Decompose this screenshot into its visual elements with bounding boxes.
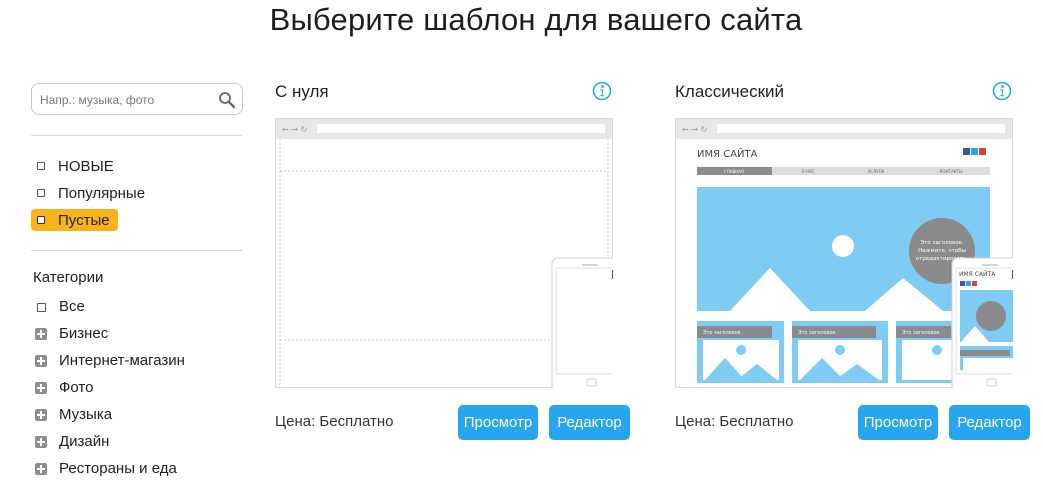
info-icon[interactable] — [992, 81, 1012, 101]
category-label: Интернет-магазин — [59, 352, 185, 369]
plus-icon[interactable] — [35, 355, 47, 367]
plus-icon[interactable] — [35, 463, 47, 475]
svg-text:Нажмите, чтобы: Нажмите, чтобы — [918, 248, 966, 254]
search-icon[interactable] — [218, 91, 236, 109]
filter-label: Популярные — [58, 185, 146, 202]
svg-text:Это заголовок.: Это заголовок. — [920, 240, 964, 246]
checkbox-icon — [37, 216, 45, 224]
filter-empty[interactable]: Пустые — [31, 209, 118, 231]
svg-text:← → ↻: ← → ↻ — [282, 125, 307, 134]
category-photo[interactable]: Фото — [31, 379, 93, 399]
checkbox-icon — [37, 189, 45, 197]
template-preview[interactable]: ← → ↻ — [275, 118, 613, 388]
template-preview[interactable]: ← → ↻ ИМЯ САЙТА ГЛАВНАЯ О НАС УСЛУГИ КОН… — [675, 118, 1013, 388]
template-card-classic: Классический ← → ↻ ИМЯ САЙТА ГЛАВНАЯ О Н… — [675, 78, 1035, 458]
category-label: Музыка — [59, 406, 113, 423]
mobile-mockup — [551, 257, 613, 388]
search-box[interactable] — [31, 83, 243, 115]
mock-mobile-site-name: ИМЯ САЙТА — [959, 271, 996, 278]
svg-text:Это заголовок: Это заголовок — [902, 330, 940, 336]
filter-popular[interactable]: Популярные — [31, 182, 153, 204]
template-title: Классический — [675, 82, 785, 101]
info-icon[interactable] — [592, 81, 612, 101]
category-restaurants[interactable]: Рестораны и еда — [31, 460, 177, 480]
hero-image: Это заголовок. Нажмите, чтобы отредактир… — [697, 187, 990, 311]
plus-icon[interactable] — [35, 409, 47, 421]
category-label: Рестораны и еда — [59, 460, 177, 477]
editor-button[interactable]: Редактор — [949, 405, 1030, 440]
svg-text:Это заголовок: Это заголовок — [703, 330, 741, 336]
search-input[interactable] — [40, 90, 210, 110]
category-business[interactable]: Бизнес — [31, 325, 108, 345]
category-label: Дизайн — [59, 433, 110, 450]
page-title: Выберите шаблон для вашего сайта — [269, 2, 803, 37]
filter-label: Пустые — [58, 212, 110, 229]
filter-label: НОВЫЕ — [58, 158, 114, 175]
social-icons — [963, 148, 986, 155]
mock-nav-item: УСЛУГИ — [868, 169, 884, 174]
plus-icon[interactable] — [35, 382, 47, 394]
svg-text:← → ↻: ← → ↻ — [682, 125, 707, 134]
mock-site-name: ИМЯ САЙТА — [697, 147, 758, 160]
editor-button[interactable]: Редактор — [549, 405, 630, 440]
plus-icon[interactable] — [35, 436, 47, 448]
mock-nav-item: ГЛАВНАЯ — [724, 169, 744, 174]
checkbox-icon — [37, 162, 45, 170]
category-design[interactable]: Дизайн — [31, 433, 109, 453]
category-music[interactable]: Музыка — [31, 406, 112, 426]
preview-button[interactable]: Просмотр — [858, 405, 938, 440]
checkbox-icon — [37, 303, 46, 312]
categories-heading: Категории — [33, 269, 104, 286]
category-label: Фото — [59, 379, 94, 396]
category-label: Бизнес — [59, 325, 109, 342]
filter-new[interactable]: НОВЫЕ — [31, 155, 122, 177]
category-online-store[interactable]: Интернет-магазин — [31, 352, 185, 372]
plus-icon[interactable] — [35, 328, 47, 340]
mock-nav-item: КОНТАКТЫ — [940, 169, 963, 174]
divider — [31, 135, 242, 136]
preview-button[interactable]: Просмотр — [458, 405, 538, 440]
mock-nav-item: О НАС — [802, 169, 815, 174]
template-price: Цена: Бесплатно — [275, 413, 394, 430]
mock-blocks: Это заголовок Это заголовок Это заголово… — [697, 321, 956, 383]
template-price: Цена: Бесплатно — [675, 413, 794, 430]
template-title: С нуля — [275, 82, 329, 101]
template-card-blank: С нуля ← → ↻ Цена: Бесплатно Просмотр Ре… — [275, 78, 635, 458]
svg-text:Это заголовок: Это заголовок — [798, 330, 836, 336]
divider — [31, 250, 242, 251]
mobile-mockup: ИМЯ САЙТА — [951, 257, 1013, 388]
category-all[interactable]: Все — [31, 298, 85, 318]
category-label: Все — [59, 298, 85, 315]
